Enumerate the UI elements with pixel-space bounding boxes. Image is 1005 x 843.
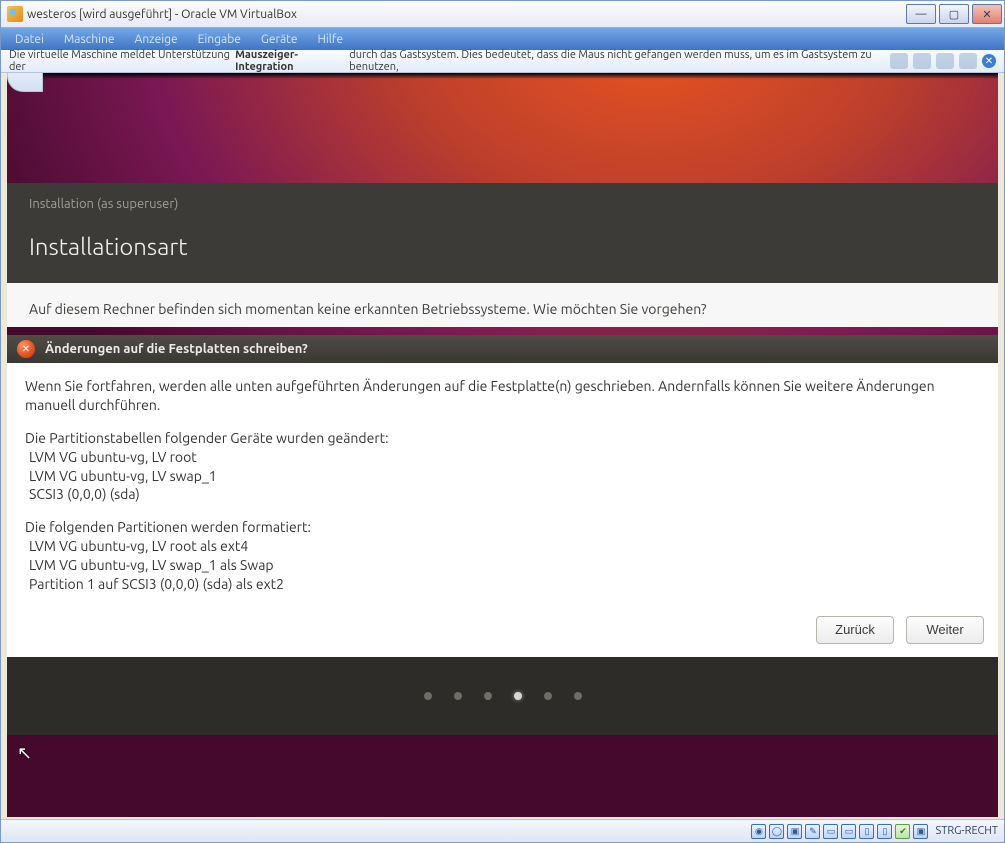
dialog-section1-item: LVM VG ubuntu-vg, LV swap_1 xyxy=(29,467,980,486)
dialog-section1-item: SCSI3 (0,0,0) (sda) xyxy=(29,485,980,504)
dialog-section1-title: Die Partitionstabellen folgender Geräte … xyxy=(25,429,980,448)
infobar-text-pre: Die virtuelle Maschine meldet Unterstütz… xyxy=(9,49,235,73)
sb-network-icon[interactable]: ▭ xyxy=(841,824,856,839)
back-button[interactable]: Zurück xyxy=(816,616,894,644)
vb-menubar: Datei Maschine Anzeige Eingabe Geräte Hi… xyxy=(1,28,1004,50)
vb-statusbar: ◉ ◯ ▣ ✎ ▭ ▭ ▯ ▯ ✔ ▣ STRG-RECHT xyxy=(1,819,1004,842)
dialog-intro: Wenn Sie fortfahren, werden alle unten a… xyxy=(25,377,980,415)
window-title: westeros [wird ausgeführt] - Oracle VM V… xyxy=(27,8,906,21)
virtualbox-icon xyxy=(7,6,23,22)
minimize-button[interactable]: — xyxy=(906,4,936,24)
host-key-label: STRG-RECHT xyxy=(935,825,998,837)
progress-dot-active xyxy=(514,692,522,700)
sb-hdd-icon[interactable]: ◉ xyxy=(751,824,766,839)
sb-usb-icon[interactable]: ✎ xyxy=(805,824,820,839)
dialog-section2-title: Die folgenden Partitionen werden formati… xyxy=(25,518,980,537)
dialog-section2-item: LVM VG ubuntu-vg, LV root als ext4 xyxy=(29,537,980,556)
sb-folder-icon[interactable]: ▣ xyxy=(787,824,802,839)
infobar-icon xyxy=(890,53,908,69)
guest-viewport: Installation (as superuser) Installation… xyxy=(7,73,998,817)
infobar-text-bold: Mauszeiger-Integration xyxy=(235,49,349,73)
menu-geraete[interactable]: Geräte xyxy=(251,31,308,48)
progress-strip xyxy=(7,657,998,735)
sb-hostkey-icon[interactable]: ▣ xyxy=(913,824,928,839)
menu-datei[interactable]: Datei xyxy=(5,31,54,48)
maximize-button[interactable]: ▢ xyxy=(939,4,969,24)
sb-cd-icon[interactable]: ◯ xyxy=(769,824,784,839)
next-button[interactable]: Weiter xyxy=(906,616,984,644)
infobar-icon xyxy=(913,53,931,69)
menu-hilfe[interactable]: Hilfe xyxy=(307,31,353,48)
progress-dot xyxy=(574,692,582,700)
dialog-close-icon[interactable]: ✕ xyxy=(17,340,35,358)
dialog-section2-item: LVM VG ubuntu-vg, LV swap_1 als Swap xyxy=(29,556,980,575)
sb-clipboard-icon[interactable]: ▯ xyxy=(877,824,892,839)
installer-heading: Installationsart xyxy=(29,233,976,260)
installer-subtitle: Installation (as superuser) xyxy=(29,197,976,211)
installer-body-line: Auf diesem Rechner befinden sich momenta… xyxy=(29,301,976,317)
vb-titlebar: westeros [wird ausgeführt] - Oracle VM V… xyxy=(1,1,1004,28)
menu-eingabe[interactable]: Eingabe xyxy=(188,31,251,48)
progress-dot xyxy=(454,692,462,700)
infobar-close-icon[interactable] xyxy=(982,54,996,68)
sb-shared-icon[interactable]: ▯ xyxy=(859,824,874,839)
progress-dot xyxy=(544,692,552,700)
mouse-integration-infobar: Die virtuelle Maschine meldet Unterstütz… xyxy=(1,50,1004,73)
infobar-icon xyxy=(936,53,954,69)
sb-display-icon[interactable]: ▭ xyxy=(823,824,838,839)
write-changes-dialog: ✕ Änderungen auf die Festplatten schreib… xyxy=(7,335,998,658)
dialog-title: Änderungen auf die Festplatten schreiben… xyxy=(45,342,308,356)
close-button[interactable]: ✕ xyxy=(972,4,1002,24)
dialog-section2-item: Partition 1 auf SCSI3 (0,0,0) (sda) als … xyxy=(29,575,980,594)
progress-dot xyxy=(424,692,432,700)
menu-anzeige[interactable]: Anzeige xyxy=(125,31,188,48)
infobar-text-post: durch das Gastsystem. Dies bedeutet, das… xyxy=(349,49,890,73)
dialog-section1-item: LVM VG ubuntu-vg, LV root xyxy=(29,448,980,467)
sb-mouse-icon[interactable]: ✔ xyxy=(895,824,910,839)
menu-maschine[interactable]: Maschine xyxy=(54,31,125,48)
infobar-icon xyxy=(959,53,977,69)
progress-dot xyxy=(484,692,492,700)
